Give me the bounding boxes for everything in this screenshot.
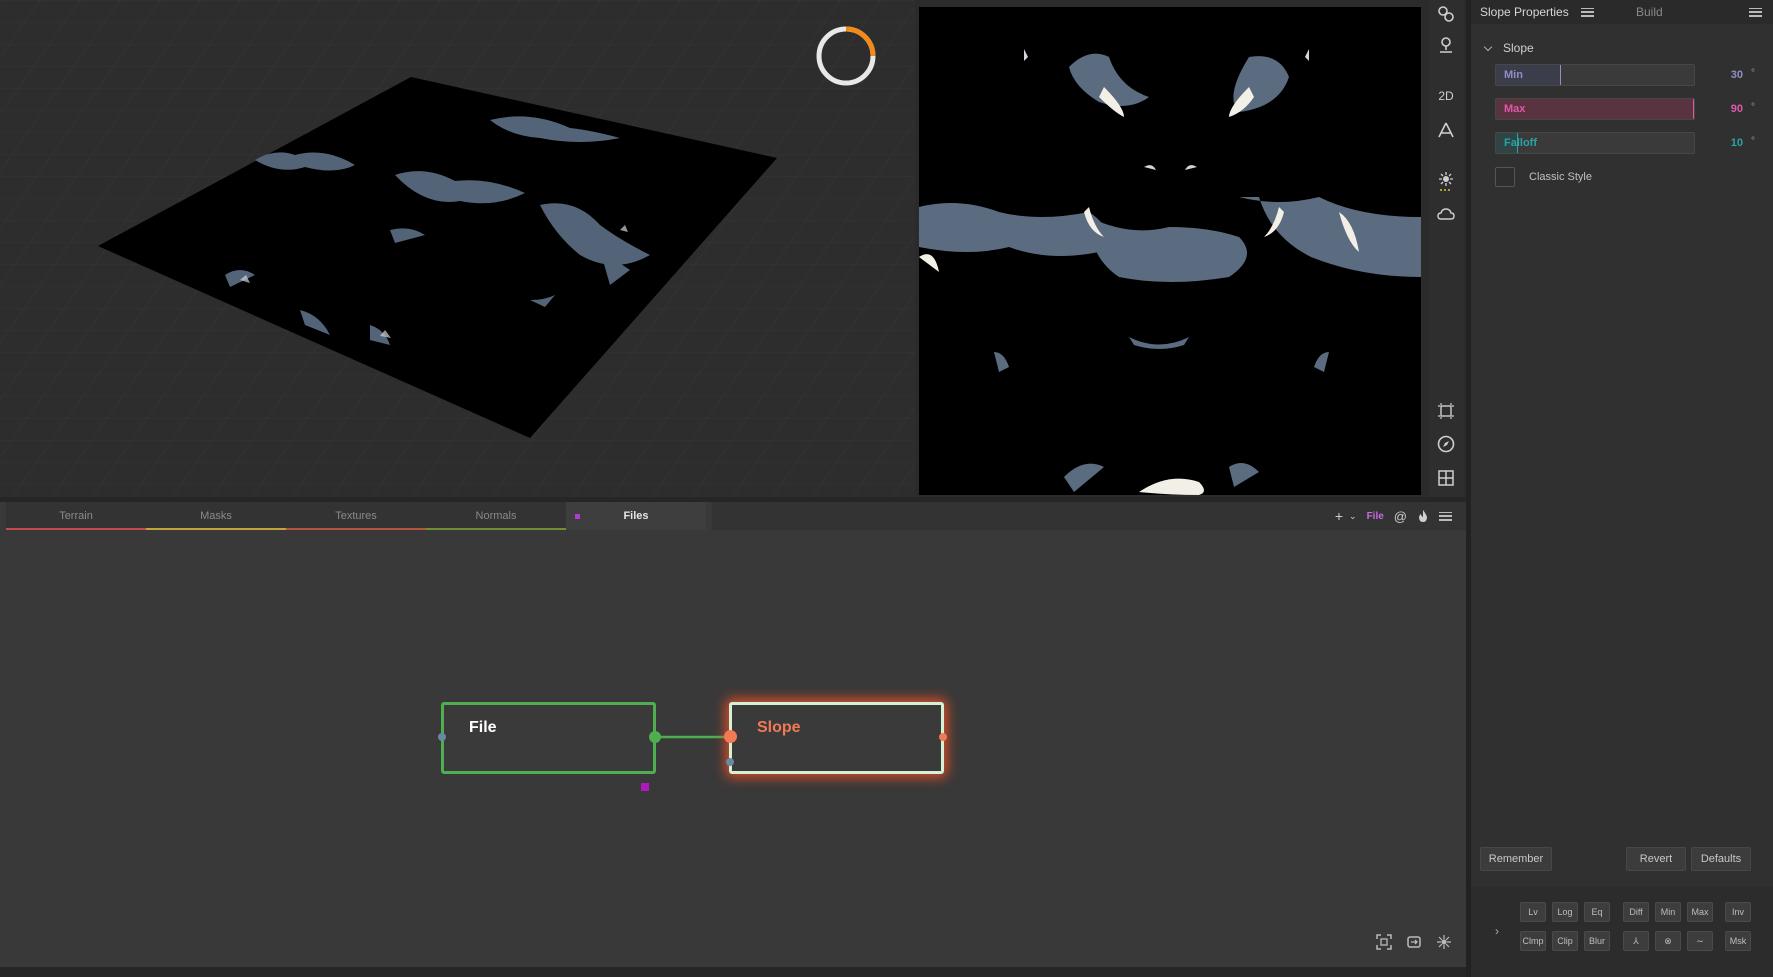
quick-lv-button[interactable]: Lv <box>1520 902 1546 922</box>
max-label: Max <box>1504 103 1526 115</box>
node-flag-marker[interactable] <box>641 783 649 791</box>
quick-inv-button[interactable]: Inv <box>1725 902 1751 922</box>
preview-2d[interactable] <box>919 7 1421 495</box>
frame-icon[interactable] <box>1432 397 1460 425</box>
refresh-icon[interactable] <box>1406 934 1422 955</box>
remember-button[interactable]: Remember <box>1480 847 1552 871</box>
compass-icon[interactable] <box>1432 430 1460 458</box>
slider-fill <box>1496 99 1694 119</box>
node-title: Slope <box>757 719 801 736</box>
pin-icon[interactable] <box>1432 31 1460 59</box>
param-min: Min 30 ° <box>1495 64 1769 86</box>
quick-blur-button[interactable]: Blur <box>1584 931 1610 951</box>
quick-log-button[interactable]: Log <box>1552 902 1578 922</box>
section-header-slope[interactable]: Slope <box>1483 41 1534 55</box>
section-title: Slope <box>1503 41 1534 55</box>
view-2d-button[interactable]: 2D <box>1432 82 1460 110</box>
layout-icon[interactable] <box>1436 934 1452 955</box>
quick-msk-button[interactable]: Msk <box>1725 931 1751 951</box>
graph-editor[interactable]: Terrain Masks Textures Normals Files + ⌄ … <box>0 502 1466 967</box>
hamburger-icon[interactable] <box>1749 7 1762 17</box>
classic-style-checkbox[interactable] <box>1495 167 1515 187</box>
quick-diff-button[interactable]: Diff <box>1623 902 1649 922</box>
param-max: Max 90 ° <box>1495 98 1769 120</box>
sun-icon[interactable] <box>1432 167 1460 195</box>
slope-mask-preview <box>919 7 1421 495</box>
node-mask-port[interactable] <box>726 758 734 766</box>
quick--button[interactable]: ⊗ <box>1655 931 1681 951</box>
classic-style-label: Classic Style <box>1529 171 1592 183</box>
node-output-port[interactable] <box>649 731 661 743</box>
properties-header: Slope Properties Build <box>1471 0 1773 24</box>
quick-max-button[interactable]: Max <box>1687 902 1713 922</box>
defaults-button[interactable]: Defaults <box>1691 847 1751 871</box>
build-tab-label: Build <box>1636 5 1663 19</box>
hamburger-icon[interactable] <box>1580 7 1594 17</box>
node-file[interactable]: File <box>441 702 656 774</box>
grid-icon[interactable] <box>1432 464 1460 492</box>
tab-build[interactable]: Build <box>1621 0 1771 24</box>
max-slider[interactable]: Max <box>1495 98 1695 120</box>
degree-unit: ° <box>1751 102 1755 113</box>
param-falloff: Falloff 10 ° <box>1495 132 1769 154</box>
quick--button[interactable]: ∼ <box>1687 931 1713 951</box>
viewport-3d[interactable] <box>0 0 915 497</box>
terrain-3d-render <box>0 0 915 497</box>
graph-view-tools <box>1376 934 1452 955</box>
node-slope[interactable]: Slope <box>729 702 944 774</box>
revert-button[interactable]: Revert <box>1626 847 1686 871</box>
tab-slope-properties[interactable]: Slope Properties <box>1471 0 1621 24</box>
min-label: Min <box>1504 69 1523 81</box>
nodes-link-icon[interactable] <box>1432 0 1460 28</box>
cloud-icon[interactable] <box>1432 200 1460 228</box>
node-output-port[interactable] <box>939 733 947 741</box>
min-value[interactable]: 30 <box>1731 69 1743 81</box>
max-value[interactable]: 90 <box>1731 103 1743 115</box>
node-input-port[interactable] <box>724 730 737 743</box>
view-toolbar: 2D <box>1429 0 1464 497</box>
quick-eq-button[interactable]: Eq <box>1584 902 1610 922</box>
falloff-label: Falloff <box>1504 137 1537 149</box>
quick-min-button[interactable]: Min <box>1655 902 1681 922</box>
degree-unit: ° <box>1751 68 1755 79</box>
min-slider[interactable]: Min <box>1495 64 1695 86</box>
fit-view-icon[interactable] <box>1376 934 1392 955</box>
quick-clip-button[interactable]: Clip <box>1552 931 1578 951</box>
node-input-port[interactable] <box>438 733 446 741</box>
quick-actions: › Lv Log Eq Diff Min Max Inv Clmp Clip Blur ⅄ ⊗ ∼ Ms… <box>1471 887 1773 977</box>
status-bar <box>0 967 1466 977</box>
falloff-value[interactable]: 10 <box>1731 137 1743 149</box>
properties-title: Slope Properties <box>1480 5 1569 19</box>
properties-panel: Slope Properties Build Slope Min 30 ° Ma… <box>1471 0 1773 977</box>
view-2d-label: 2D <box>1438 89 1454 103</box>
classic-style-row: Classic Style <box>1495 167 1592 187</box>
chevron-right-icon[interactable]: › <box>1495 924 1499 938</box>
perspective-icon[interactable] <box>1432 116 1460 144</box>
quick--button[interactable]: ⅄ <box>1623 931 1649 951</box>
falloff-slider[interactable]: Falloff <box>1495 132 1695 154</box>
node-title: File <box>469 719 497 736</box>
app-window: 2D Slope Properties Build Slope Min 30 °… <box>0 0 1773 977</box>
chevron-down-icon <box>1483 42 1493 51</box>
degree-unit: ° <box>1751 136 1755 147</box>
quick-clmp-button[interactable]: Clmp <box>1520 931 1546 951</box>
